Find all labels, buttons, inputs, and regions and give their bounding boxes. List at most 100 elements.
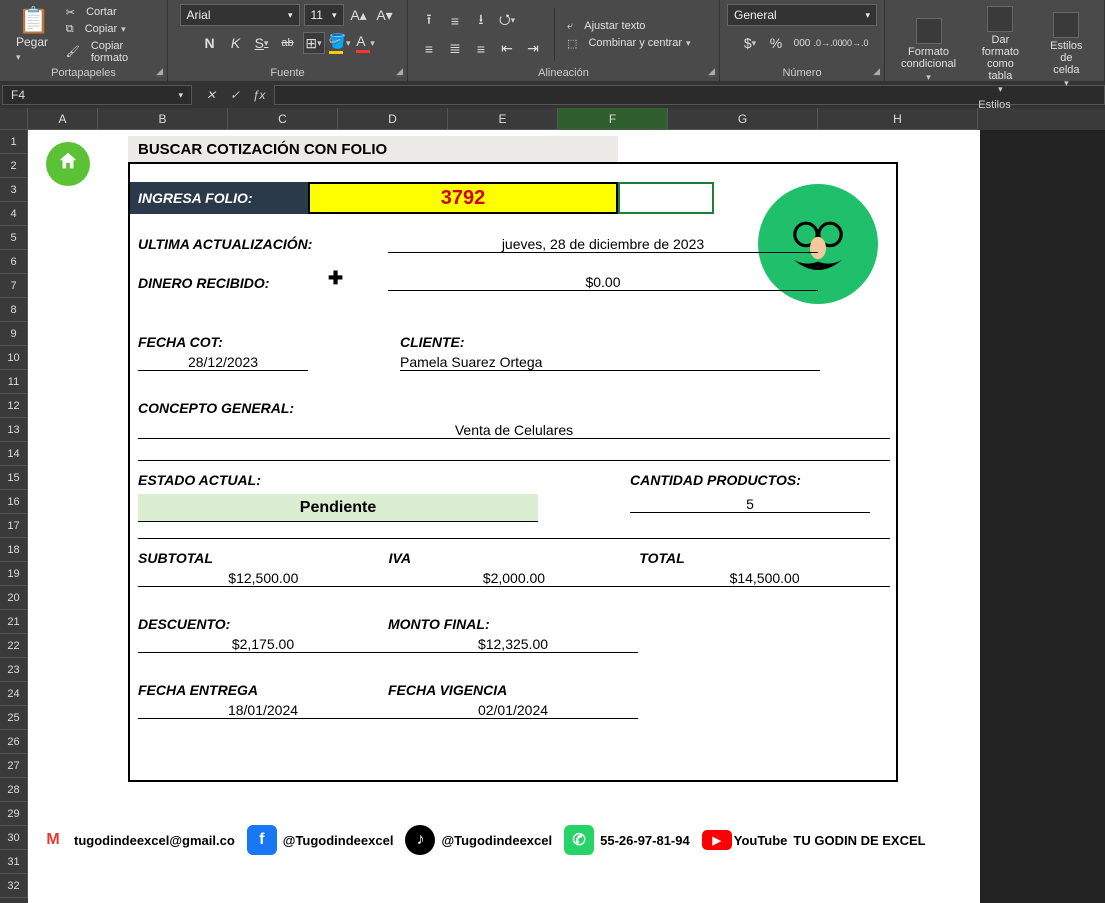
copy-button[interactable]: ⧉ Copiar xyxy=(64,23,157,36)
enter-formula-icon[interactable]: ✓ xyxy=(226,88,244,102)
scissors-icon: ✂ xyxy=(66,6,75,19)
decrease-decimal-button[interactable]: .00→.0 xyxy=(843,32,865,54)
align-left-icon[interactable]: ≡ xyxy=(418,38,440,60)
sheet-canvas[interactable]: BUSCAR COTIZACIÓN CON FOLIO INGRESA FOLI… xyxy=(28,130,1105,903)
conditional-format-button[interactable]: Formato condicional xyxy=(895,16,962,85)
number-format-select[interactable]: General▾ xyxy=(727,4,877,26)
format-painter-button[interactable]: 🖌 Copiar formato xyxy=(64,40,157,64)
row-header[interactable]: 5 xyxy=(0,226,28,250)
row-header[interactable]: 17 xyxy=(0,514,28,538)
align-top-icon[interactable]: ⭱ xyxy=(418,10,440,32)
row-header[interactable]: 18 xyxy=(0,538,28,562)
bold-button[interactable]: N xyxy=(199,32,221,54)
wrap-text-button[interactable]: ⤶ Ajustar texto xyxy=(565,20,693,33)
indent-dec-icon[interactable]: ⇤ xyxy=(496,38,518,60)
fx-icon[interactable]: ƒx xyxy=(250,88,268,102)
row-header[interactable]: 16 xyxy=(0,490,28,514)
col-header[interactable]: A xyxy=(28,108,98,130)
row-header[interactable]: 23 xyxy=(0,658,28,682)
italic-button[interactable]: K xyxy=(225,32,247,54)
dialog-launcher-icon[interactable]: ◢ xyxy=(156,66,163,77)
client-value: Pamela Suarez Ortega xyxy=(400,354,820,371)
whatsapp-link[interactable]: ✆ 55-26-97-81-94 xyxy=(564,825,690,855)
row-header[interactable]: 3 xyxy=(0,178,28,202)
row-header[interactable]: 27 xyxy=(0,754,28,778)
cut-button[interactable]: ✂ Cortar xyxy=(64,6,157,19)
col-header[interactable]: C xyxy=(228,108,338,130)
facebook-link[interactable]: f @Tugodindeexcel xyxy=(247,825,394,855)
col-header[interactable]: G xyxy=(668,108,818,130)
gmail-link[interactable]: M tugodindeexcel@gmail.co xyxy=(38,825,235,855)
row-header[interactable]: 19 xyxy=(0,562,28,586)
percent-button[interactable]: % xyxy=(765,32,787,54)
row-header[interactable]: 20 xyxy=(0,586,28,610)
name-box[interactable]: F4▾ xyxy=(2,85,192,105)
folio-input[interactable]: 3792 xyxy=(308,182,618,214)
row-header[interactable]: 15 xyxy=(0,466,28,490)
font-size-select[interactable]: 11▾ xyxy=(304,4,344,26)
row-header[interactable]: 29 xyxy=(0,802,28,826)
font-name-select[interactable]: Arial▾ xyxy=(180,4,300,26)
cell-styles-button[interactable]: Estilos de celda xyxy=(1039,10,1094,91)
row-header[interactable]: 30 xyxy=(0,826,28,850)
row-header[interactable]: 8 xyxy=(0,298,28,322)
col-header[interactable]: D xyxy=(338,108,448,130)
row-header[interactable]: 2 xyxy=(0,154,28,178)
row-header[interactable]: 32 xyxy=(0,874,28,898)
tiktok-text: @Tugodindeexcel xyxy=(441,833,552,848)
row-header[interactable]: 21 xyxy=(0,610,28,634)
row-header[interactable]: 6 xyxy=(0,250,28,274)
borders-button[interactable]: ⊞ xyxy=(303,32,325,54)
merge-center-button[interactable]: ⬚ Combinar y centrar xyxy=(565,37,693,50)
align-center-icon[interactable]: ≣ xyxy=(444,38,466,60)
paste-button[interactable]: 📋 Pegar xyxy=(10,5,58,65)
youtube-link[interactable]: ▶YouTube TU GODIN DE EXCEL xyxy=(702,830,926,850)
col-header[interactable]: E xyxy=(448,108,558,130)
row-header[interactable]: 11 xyxy=(0,370,28,394)
cancel-formula-icon[interactable]: ✕ xyxy=(202,88,220,102)
row-header[interactable]: 9 xyxy=(0,322,28,346)
row-header[interactable]: 28 xyxy=(0,778,28,802)
dialog-launcher-icon[interactable]: ◢ xyxy=(396,66,403,77)
dialog-launcher-icon[interactable]: ◢ xyxy=(873,66,880,77)
currency-button[interactable]: $ xyxy=(739,32,761,54)
row-header[interactable]: 13 xyxy=(0,418,28,442)
row-header[interactable]: 25 xyxy=(0,706,28,730)
align-bottom-icon[interactable]: ⭳ xyxy=(470,10,492,32)
font-color-button[interactable]: A xyxy=(355,32,377,54)
conditional-format-label: Formato condicional xyxy=(901,46,956,70)
row-header[interactable]: 24 xyxy=(0,682,28,706)
orientation-icon[interactable]: ⭯ xyxy=(496,10,518,32)
select-all-corner[interactable] xyxy=(0,108,28,130)
tiktok-link[interactable]: ♪ @Tugodindeexcel xyxy=(405,825,552,855)
row-header[interactable]: 7 xyxy=(0,274,28,298)
row-header[interactable]: 10 xyxy=(0,346,28,370)
total-value: $14,500.00 xyxy=(639,570,890,587)
decrease-font-icon[interactable]: A▾ xyxy=(374,4,396,26)
align-right-icon[interactable]: ≡ xyxy=(470,38,492,60)
row-header[interactable]: 31 xyxy=(0,850,28,874)
active-cell-outline[interactable] xyxy=(618,182,714,214)
increase-decimal-button[interactable]: .0→.00 xyxy=(817,32,839,54)
fill-color-button[interactable]: 🪣 xyxy=(329,32,351,54)
thousands-button[interactable]: 000 xyxy=(791,32,813,54)
home-button[interactable] xyxy=(46,142,90,186)
col-header[interactable]: B xyxy=(98,108,228,130)
date-cot-value: 28/12/2023 xyxy=(138,354,308,371)
row-header[interactable]: 22 xyxy=(0,634,28,658)
align-middle-icon[interactable]: ≡ xyxy=(444,10,466,32)
underline-button[interactable]: S xyxy=(251,32,273,54)
col-header[interactable]: H xyxy=(818,108,978,130)
format-as-table-button[interactable]: Dar formato como tabla xyxy=(968,4,1033,97)
col-header[interactable]: F xyxy=(558,108,668,130)
validity-date-label: FECHA VIGENCIA xyxy=(388,682,638,698)
row-header[interactable]: 14 xyxy=(0,442,28,466)
dialog-launcher-icon[interactable]: ◢ xyxy=(708,66,715,77)
row-header[interactable]: 4 xyxy=(0,202,28,226)
row-header[interactable]: 12 xyxy=(0,394,28,418)
increase-font-icon[interactable]: A▴ xyxy=(348,4,370,26)
indent-inc-icon[interactable]: ⇥ xyxy=(522,38,544,60)
row-header[interactable]: 26 xyxy=(0,730,28,754)
row-header[interactable]: 1 xyxy=(0,130,28,154)
strike-button[interactable]: ab xyxy=(277,32,299,54)
